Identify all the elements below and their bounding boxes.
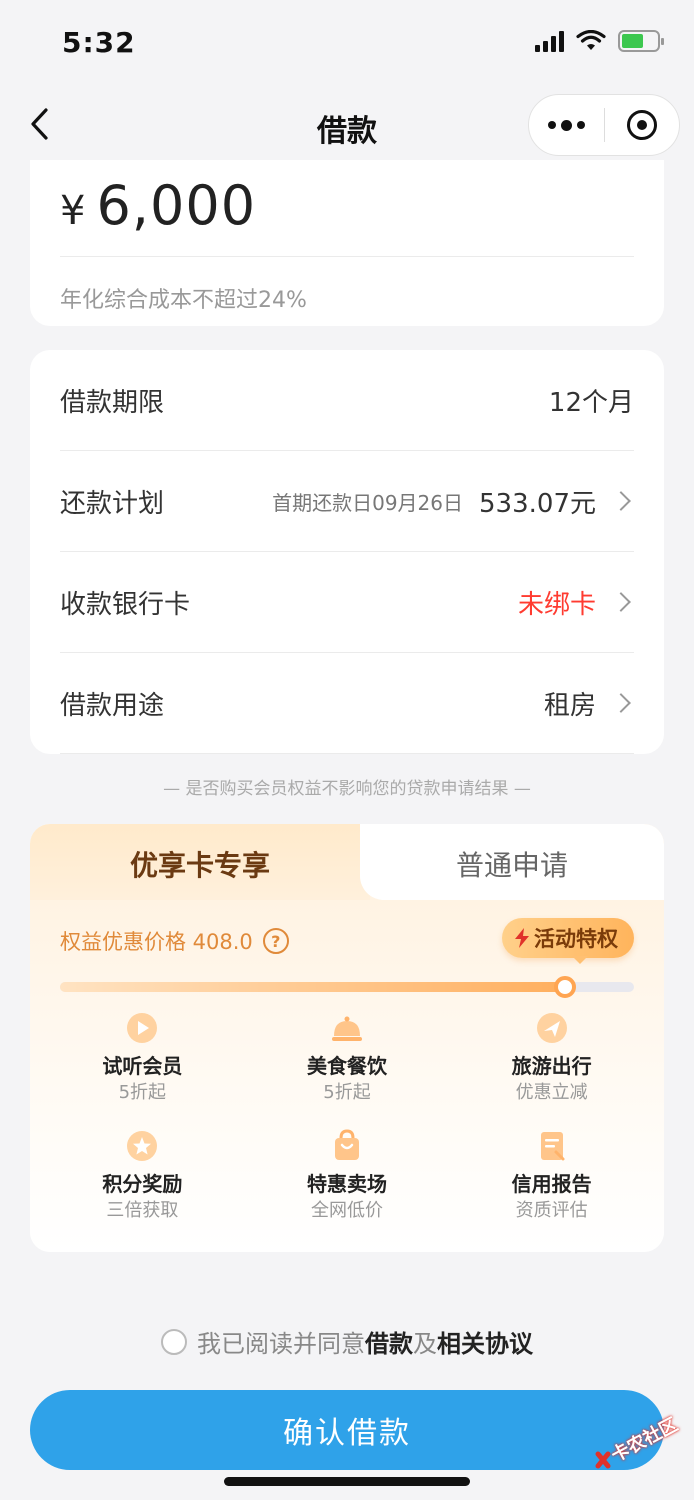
term-row: 借款期限 12个月: [60, 350, 634, 451]
food-dome-icon: [331, 1016, 362, 1041]
agreement-row: 我已阅读并同意借款及相关协议: [0, 1324, 694, 1359]
loan-agreement-link[interactable]: 借款: [365, 1330, 413, 1358]
currency-symbol: ¥: [60, 188, 87, 234]
shopping-bag-icon: [334, 1129, 359, 1160]
star-badge-icon: [127, 1131, 158, 1161]
benefit-title: 特惠卖场: [306, 1172, 387, 1196]
membership-notice: — 是否购买会员权益不影响您的贷款申请结果 —: [163, 779, 531, 799]
tab-standard-label[interactable]: 普通申请: [360, 844, 664, 884]
lightning-icon: [515, 928, 529, 948]
benefit-item[interactable]: 特惠卖场 全网低价: [245, 1128, 450, 1230]
battery-icon: [618, 30, 664, 52]
benefit-item[interactable]: 旅游出行 优惠立减: [449, 1010, 654, 1112]
benefit-progress-track: [60, 976, 634, 998]
benefit-subtitle: 全网低价: [310, 1200, 383, 1221]
benefit-subtitle: 5折起: [323, 1082, 371, 1103]
status-time: 5:32: [62, 26, 136, 59]
benefit-item[interactable]: 信用报告 资质评估: [449, 1128, 654, 1230]
tab-premium-label[interactable]: 优享卡专享: [30, 844, 370, 884]
purpose-row[interactable]: 借款用途 租房: [60, 653, 634, 754]
benefit-price: 权益优惠价格 408.0: [60, 930, 253, 954]
divider: [60, 256, 634, 257]
signal-icon: [535, 30, 564, 52]
target-icon: [626, 110, 657, 140]
amount-card: ¥6,000 年化综合成本不超过24%: [30, 160, 664, 326]
related-agreements-link[interactable]: 相关协议: [437, 1330, 533, 1358]
purpose-value: 租房: [543, 690, 596, 721]
benefit-item[interactable]: 试听会员 5折起: [40, 1010, 245, 1112]
benefit-grid: 试听会员 5折起 美食餐饮 5折起 旅游出行 优惠立减 积分奖励 三倍获取 特惠卖场 全网低价 信用…: [30, 1010, 664, 1230]
benefit-subtitle: 优惠立减: [515, 1082, 588, 1103]
nav-bar: 借款: [0, 88, 694, 160]
rate-note: 年化综合成本不超过24%: [60, 288, 307, 313]
agreement-checkbox[interactable]: [161, 1328, 187, 1355]
bank-card-status: 未绑卡: [517, 589, 596, 620]
membership-card: 优享卡专享 普通申请 权益优惠价格 408.0 ? 活动特权 试听会员 5折起 美食…: [30, 824, 664, 1252]
plan-label: 还款计划: [60, 488, 165, 519]
loan-details-card: 借款期限 12个月 还款计划 首期还款日09月26日 533.07元 收款银行卡…: [30, 350, 664, 754]
benefit-item[interactable]: 积分奖励 三倍获取: [40, 1128, 245, 1230]
benefit-title: 信用报告: [511, 1172, 592, 1196]
benefit-subtitle: 5折起: [118, 1082, 167, 1103]
promo-label: 活动特权: [534, 927, 618, 951]
benefit-progress-fill: [60, 982, 565, 992]
more-options-button[interactable]: [529, 95, 604, 155]
help-icon[interactable]: ?: [262, 928, 289, 954]
chevron-right-icon: [611, 693, 631, 713]
progress-knob: [553, 976, 576, 998]
benefit-title: 旅游出行: [511, 1054, 592, 1078]
close-mini-program-button[interactable]: [605, 95, 680, 155]
repayment-plan-row[interactable]: 还款计划 首期还款日09月26日 533.07元: [60, 451, 634, 552]
agreement-text: 我已阅读并同意借款及相关协议: [197, 1330, 533, 1358]
loan-amount: ¥6,000: [60, 174, 256, 237]
status-icons: [535, 30, 664, 52]
mini-program-capsule: [528, 94, 680, 156]
benefit-item[interactable]: 美食餐饮 5折起: [245, 1010, 450, 1112]
status-bar: 5:32: [0, 0, 694, 88]
first-repayment-date: 首期还款日09月26日: [272, 490, 464, 515]
chevron-right-icon: [611, 592, 631, 612]
promo-badge: 活动特权: [502, 918, 634, 958]
report-icon: [540, 1132, 565, 1161]
bank-card-row[interactable]: 收款银行卡 未绑卡: [60, 552, 634, 653]
watermark-logo: 卡农社区: [592, 1408, 688, 1478]
confirm-loan-button[interactable]: 确认借款: [30, 1390, 664, 1470]
price-row: 权益优惠价格 408.0 ?: [60, 926, 289, 956]
term-label: 借款期限: [60, 387, 165, 418]
wifi-icon: [576, 30, 606, 50]
benefit-subtitle: 三倍获取: [106, 1200, 179, 1221]
benefit-title: 美食餐饮: [306, 1054, 387, 1078]
purpose-label: 借款用途: [60, 690, 165, 721]
amount-value: 6,000: [96, 174, 257, 237]
benefit-title: 积分奖励: [102, 1172, 183, 1196]
plane-icon: [536, 1013, 567, 1043]
play-icon: [127, 1013, 158, 1043]
benefit-subtitle: 资质评估: [515, 1200, 588, 1221]
benefit-title: 试听会员: [102, 1054, 183, 1078]
monthly-amount: 533.07元: [479, 488, 596, 519]
term-value: 12个月: [548, 387, 634, 418]
chevron-right-icon: [611, 491, 631, 511]
bank-card-label: 收款银行卡: [60, 589, 191, 620]
home-indicator: [224, 1477, 470, 1486]
